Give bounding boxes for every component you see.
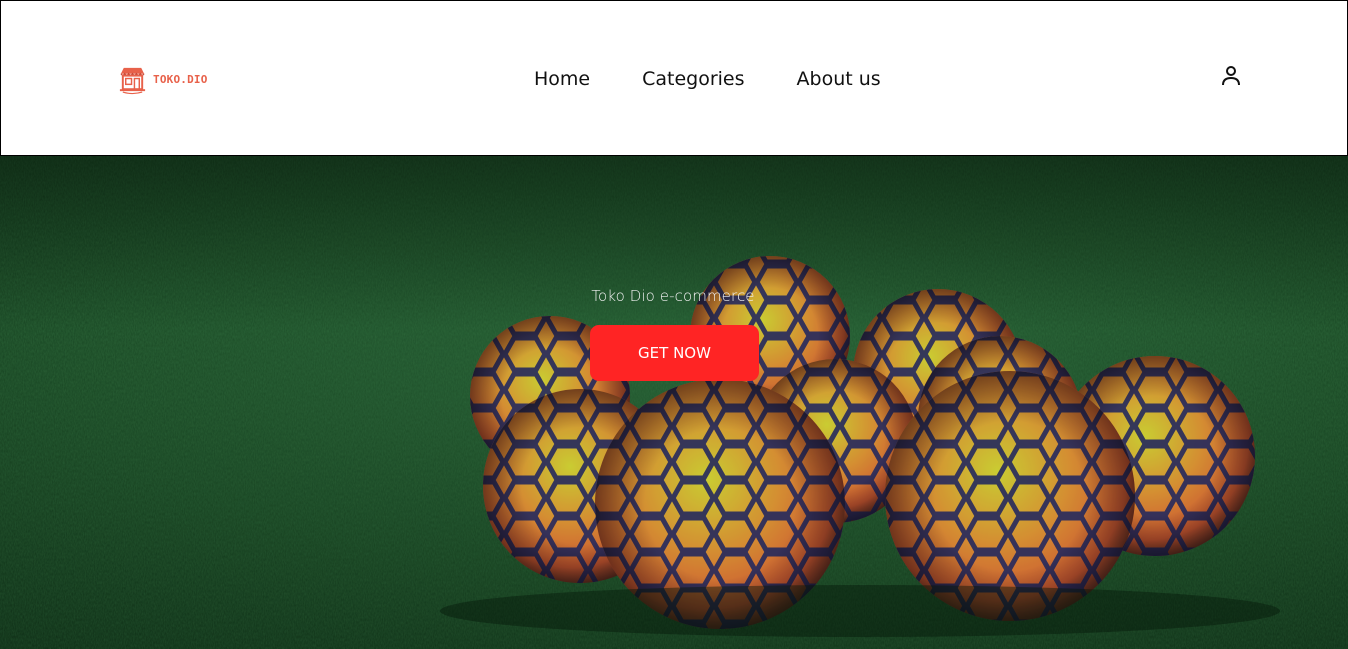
site-header: TOKO.DIO Home Categories About us <box>0 0 1348 156</box>
nav-item-about-us[interactable]: About us <box>797 65 881 93</box>
hero-overlay <box>0 156 1348 649</box>
nav-item-home[interactable]: Home <box>534 65 590 93</box>
site-logo[interactable]: TOKO.DIO <box>117 63 208 95</box>
logo-text: TOKO.DIO <box>153 72 208 86</box>
user-icon[interactable] <box>1220 64 1242 88</box>
storefront-logo-icon <box>119 67 146 94</box>
get-now-button[interactable]: GET NOW <box>590 325 759 381</box>
hero-tagline: Toko Dio e-commerce <box>591 287 755 305</box>
main-nav: Home Categories About us <box>534 65 881 93</box>
nav-item-categories[interactable]: Categories <box>642 65 744 93</box>
hero-banner: Toko Dio e-commerce GET NOW <box>0 156 1348 649</box>
